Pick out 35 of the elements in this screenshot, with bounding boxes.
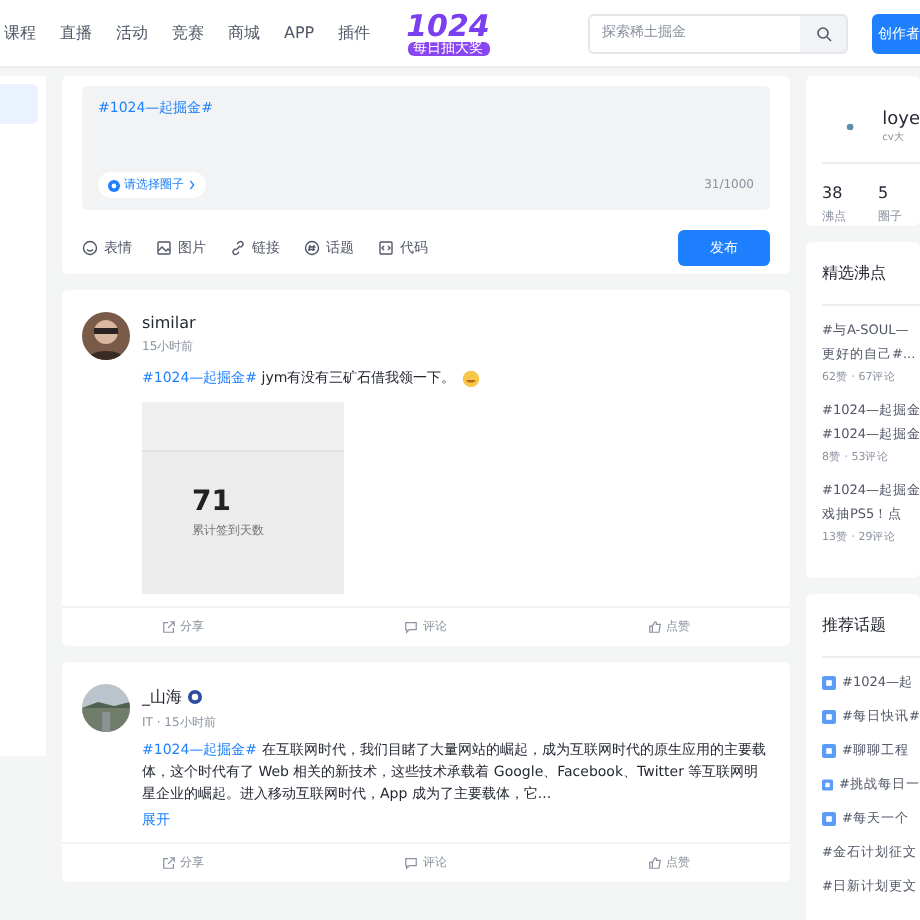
avatar-icon [846, 120, 855, 134]
panel-title: 精选沸点 [822, 242, 920, 306]
nav-link[interactable]: 活动 [116, 22, 148, 44]
nav-link[interactable]: 商城 [228, 22, 260, 44]
share-icon [162, 620, 177, 634]
topic-icon [304, 240, 320, 256]
panel-title: 推荐话题 [822, 594, 920, 658]
comment-icon [404, 856, 419, 870]
topic-icon [822, 676, 836, 690]
topic-icon [822, 710, 836, 724]
topic-icon [822, 812, 836, 826]
code-icon [378, 240, 394, 256]
comment-icon [404, 620, 419, 634]
author-name[interactable]: similar [142, 314, 196, 332]
image-icon [156, 240, 172, 256]
stat-value: 38 [822, 184, 845, 202]
nav-link[interactable]: 插件 [338, 22, 371, 44]
nav-link[interactable]: APP [284, 24, 315, 42]
topic-icon [822, 744, 836, 758]
event-logo-number[interactable]: 1024 [406, 11, 490, 41]
link-icon [230, 240, 246, 256]
topic-icon [822, 778, 834, 792]
chevron-icon [188, 180, 196, 190]
stat-value: 5 [878, 184, 891, 202]
circle-icon [108, 179, 120, 191]
share-icon [162, 856, 177, 870]
profile-name[interactable]: loye [882, 110, 920, 130]
sign-in-count: 71 [192, 486, 233, 518]
smiley-icon [82, 240, 98, 256]
nav-link[interactable]: 竞赛 [172, 22, 204, 44]
nav-link[interactable]: 课程 [4, 22, 36, 44]
nav-link[interactable]: 直播 [60, 22, 92, 44]
thumbs-up-icon [647, 620, 662, 634]
author-name[interactable]: _山海 [142, 686, 182, 708]
thumbs-up-icon [647, 856, 662, 870]
